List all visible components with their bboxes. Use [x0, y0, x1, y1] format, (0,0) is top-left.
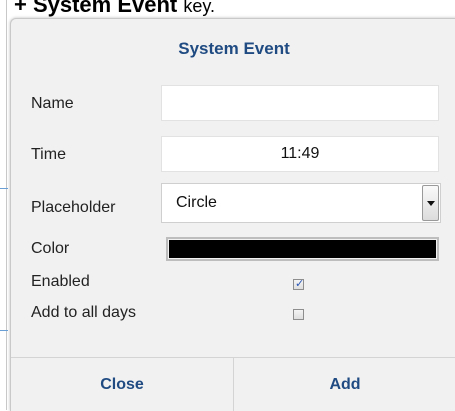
background-marker	[0, 188, 8, 189]
enabled-checkbox[interactable]: ✓	[293, 278, 305, 290]
color-swatch-fill	[169, 240, 436, 258]
dialog-title: System Event	[178, 39, 290, 58]
time-label: Time	[31, 146, 66, 163]
background-heading-suffix: key.	[183, 0, 216, 16]
add-to-all-days-checkbox[interactable]: ✓	[293, 309, 304, 320]
time-input[interactable]	[161, 136, 439, 172]
close-button[interactable]: Close	[11, 358, 233, 411]
checkmark-icon: ✓	[295, 278, 305, 290]
name-input[interactable]	[161, 85, 439, 121]
background-marker	[0, 330, 8, 331]
background-heading-text: + System Event	[14, 0, 178, 17]
dropdown-button[interactable]	[422, 185, 439, 221]
add-button[interactable]: Add	[234, 358, 455, 411]
placeholder-select[interactable]: Circle	[161, 183, 441, 223]
background-gridline	[6, 0, 7, 410]
system-event-dialog: System Event Name Time Placeholder Circl…	[10, 18, 455, 411]
placeholder-label: Placeholder	[31, 199, 116, 216]
add-to-all-days-label: Add to all days	[31, 304, 136, 321]
enabled-label: Enabled	[31, 273, 90, 290]
chevron-down-icon	[427, 201, 435, 206]
placeholder-selected-value: Circle	[176, 194, 217, 211]
color-picker[interactable]	[166, 237, 439, 261]
background-heading: + System Event key.	[14, 0, 215, 18]
color-label: Color	[31, 240, 70, 257]
name-label: Name	[31, 95, 74, 112]
